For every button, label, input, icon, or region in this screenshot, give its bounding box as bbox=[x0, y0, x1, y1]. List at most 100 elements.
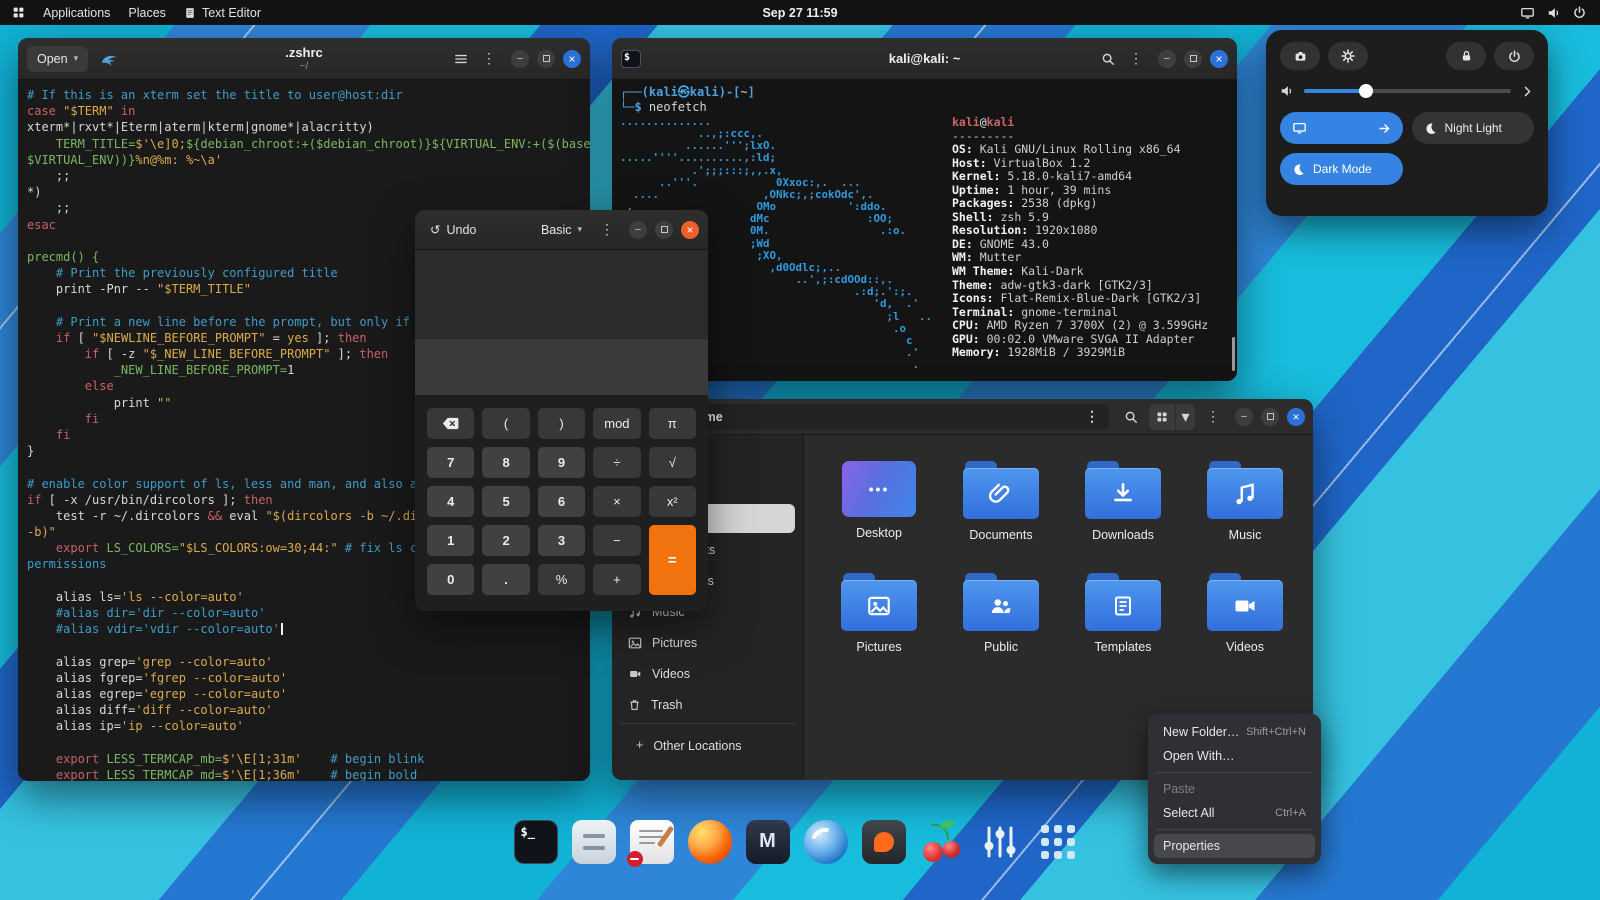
calc-button-0[interactable]: 0 bbox=[427, 564, 475, 595]
activities-grid-icon[interactable] bbox=[12, 6, 25, 19]
terminal-close-button[interactable]: × bbox=[1210, 49, 1228, 68]
calc-button-%[interactable]: % bbox=[537, 564, 586, 595]
folder-pictures[interactable]: Pictures bbox=[818, 573, 940, 685]
sidebar-item-pictures[interactable]: Pictures bbox=[620, 628, 795, 657]
calc-button-4[interactable]: 4 bbox=[427, 486, 475, 517]
undo-button[interactable]: ↺ Undo bbox=[424, 222, 482, 238]
calculator-entry-area[interactable] bbox=[415, 338, 708, 396]
files-close-button[interactable]: × bbox=[1287, 407, 1305, 426]
folder-desktop[interactable]: ••• Desktop bbox=[818, 461, 940, 573]
folder-public[interactable]: Public bbox=[940, 573, 1062, 685]
menu-item-open-with[interactable]: Open With… bbox=[1154, 744, 1315, 768]
calculator-maximize-button[interactable] bbox=[655, 220, 673, 239]
calc-button-π[interactable]: π bbox=[648, 408, 696, 439]
calc-button-.[interactable]: . bbox=[482, 564, 530, 595]
calc-button-mod[interactable]: mod bbox=[593, 408, 641, 439]
path-kebab-menu-icon[interactable]: ⋮ bbox=[1085, 408, 1099, 425]
files-search-icon[interactable] bbox=[1117, 404, 1145, 430]
terminal-search-icon[interactable] bbox=[1094, 46, 1122, 72]
calc-button-+[interactable]: + bbox=[593, 564, 641, 595]
dock-firefox-icon[interactable] bbox=[686, 818, 733, 865]
calc-button-−[interactable]: − bbox=[593, 525, 641, 556]
editor-titlebar[interactable]: Open ▾ .zshrc ~/ ⋮ − × bbox=[18, 38, 590, 80]
terminal-kebab-menu-icon[interactable]: ⋮ bbox=[1122, 46, 1150, 72]
folder-music[interactable]: Music bbox=[1184, 461, 1306, 573]
dock-zap-icon[interactable] bbox=[802, 818, 849, 865]
open-button[interactable]: Open ▾ bbox=[27, 45, 89, 72]
calc-button-2[interactable]: 2 bbox=[482, 525, 530, 556]
calculator-kebab-menu-icon[interactable]: ⋮ bbox=[593, 217, 621, 243]
calc-button-5[interactable]: 5 bbox=[482, 486, 530, 517]
calc-button-7[interactable]: 7 bbox=[427, 447, 475, 478]
calc-button-1[interactable]: 1 bbox=[427, 525, 475, 556]
calculator-minimize-button[interactable]: − bbox=[629, 220, 647, 239]
terminal-scrollbar[interactable] bbox=[1232, 337, 1235, 371]
calc-button-÷[interactable]: ÷ bbox=[593, 447, 641, 478]
settings-button[interactable] bbox=[1328, 42, 1368, 70]
menu-item-paste[interactable]: Paste bbox=[1154, 777, 1315, 801]
dock-terminal-icon[interactable]: $_ bbox=[512, 818, 559, 865]
folder-videos[interactable]: Videos bbox=[1184, 573, 1306, 685]
dock-file-manager-icon[interactable] bbox=[570, 818, 617, 865]
files-headerbar[interactable]: Home ⋮ ▾ ⋮ − × bbox=[612, 399, 1313, 435]
terminal-maximize-button[interactable] bbox=[1184, 49, 1202, 68]
calc-button-9[interactable]: 9 bbox=[537, 447, 586, 478]
power-button[interactable] bbox=[1494, 42, 1534, 70]
terminal-titlebar[interactable]: $ kali@kali: ~ ⋮ − × bbox=[612, 38, 1237, 80]
calc-button-)[interactable]: ) bbox=[537, 408, 586, 439]
backspace-button[interactable] bbox=[427, 408, 475, 439]
menu-item-properties[interactable]: Properties bbox=[1154, 834, 1315, 858]
dark-mode-toggle[interactable]: Dark Mode bbox=[1280, 153, 1403, 185]
calculator-close-button[interactable]: × bbox=[681, 220, 699, 239]
menu-item-new-folder[interactable]: New Folder… Shift+Ctrl+N bbox=[1154, 720, 1315, 744]
mode-dropdown[interactable]: Basic ▾ bbox=[535, 223, 588, 237]
view-options-chevron-icon[interactable]: ▾ bbox=[1175, 403, 1195, 430]
editor-close-button[interactable]: × bbox=[563, 49, 581, 68]
editor-maximize-button[interactable] bbox=[537, 49, 555, 68]
expand-arrow-icon[interactable] bbox=[1521, 85, 1534, 98]
calculator-display[interactable] bbox=[415, 250, 708, 338]
calc-button-6[interactable]: 6 bbox=[537, 486, 586, 517]
lock-button[interactable] bbox=[1446, 42, 1486, 70]
folder-downloads[interactable]: Downloads bbox=[1062, 461, 1184, 573]
dock-audio-mixer-icon[interactable] bbox=[976, 818, 1023, 865]
grid-view-icon[interactable] bbox=[1149, 404, 1175, 430]
night-light-toggle[interactable]: Night Light bbox=[1411, 112, 1534, 144]
sidebar-item-other-locations[interactable]: + Other Locations bbox=[628, 731, 787, 760]
current-app-menu[interactable]: Text Editor bbox=[184, 6, 261, 20]
folder-templates[interactable]: Templates bbox=[1062, 573, 1184, 685]
calculator-titlebar[interactable]: ↺ Undo Basic ▾ ⋮ − × bbox=[415, 210, 708, 250]
network-toggle[interactable] bbox=[1280, 112, 1403, 144]
dock-cherrytree-icon[interactable] bbox=[918, 818, 965, 865]
volume-knob[interactable] bbox=[1359, 84, 1374, 98]
sidebar-item-videos[interactable]: Videos bbox=[620, 659, 795, 688]
sidebar-item-trash[interactable]: Trash bbox=[620, 690, 795, 719]
files-minimize-button[interactable]: − bbox=[1235, 407, 1253, 426]
dock-burpsuite-icon[interactable] bbox=[860, 818, 907, 865]
hamburger-menu-icon[interactable] bbox=[447, 46, 475, 72]
terminal-minimize-button[interactable]: − bbox=[1158, 49, 1176, 68]
dock-text-editor-icon[interactable] bbox=[626, 818, 675, 867]
editor-kebab-menu-icon[interactable]: ⋮ bbox=[475, 46, 503, 72]
calc-button-([interactable]: ( bbox=[482, 408, 530, 439]
calc-button-=[interactable]: = bbox=[648, 525, 696, 595]
folder-documents[interactable]: Documents bbox=[940, 461, 1062, 573]
view-toggle[interactable]: ▾ bbox=[1149, 403, 1195, 430]
clock[interactable]: Sep 27 11:59 bbox=[762, 6, 837, 20]
files-kebab-menu-icon[interactable]: ⋮ bbox=[1199, 404, 1227, 430]
desktop[interactable]: { "topbar": { "applications": "Applicati… bbox=[0, 0, 1600, 900]
path-bar[interactable]: Home ⋮ bbox=[656, 403, 1109, 430]
calc-button-×[interactable]: × bbox=[593, 486, 641, 517]
dock-show-apps-icon[interactable] bbox=[1034, 818, 1081, 865]
menu-applications[interactable]: Applications bbox=[43, 6, 110, 20]
files-maximize-button[interactable] bbox=[1261, 407, 1279, 426]
dock-metasploit-icon[interactable]: M bbox=[744, 818, 791, 865]
editor-minimize-button[interactable]: − bbox=[511, 49, 529, 68]
menu-places[interactable]: Places bbox=[128, 6, 166, 20]
system-status-area[interactable] bbox=[1520, 6, 1600, 20]
calc-button-√[interactable]: √ bbox=[648, 447, 696, 478]
volume-slider[interactable] bbox=[1304, 84, 1511, 98]
calc-button-x²[interactable]: x² bbox=[648, 486, 696, 517]
calc-button-8[interactable]: 8 bbox=[482, 447, 530, 478]
screenshot-button[interactable] bbox=[1280, 42, 1320, 70]
